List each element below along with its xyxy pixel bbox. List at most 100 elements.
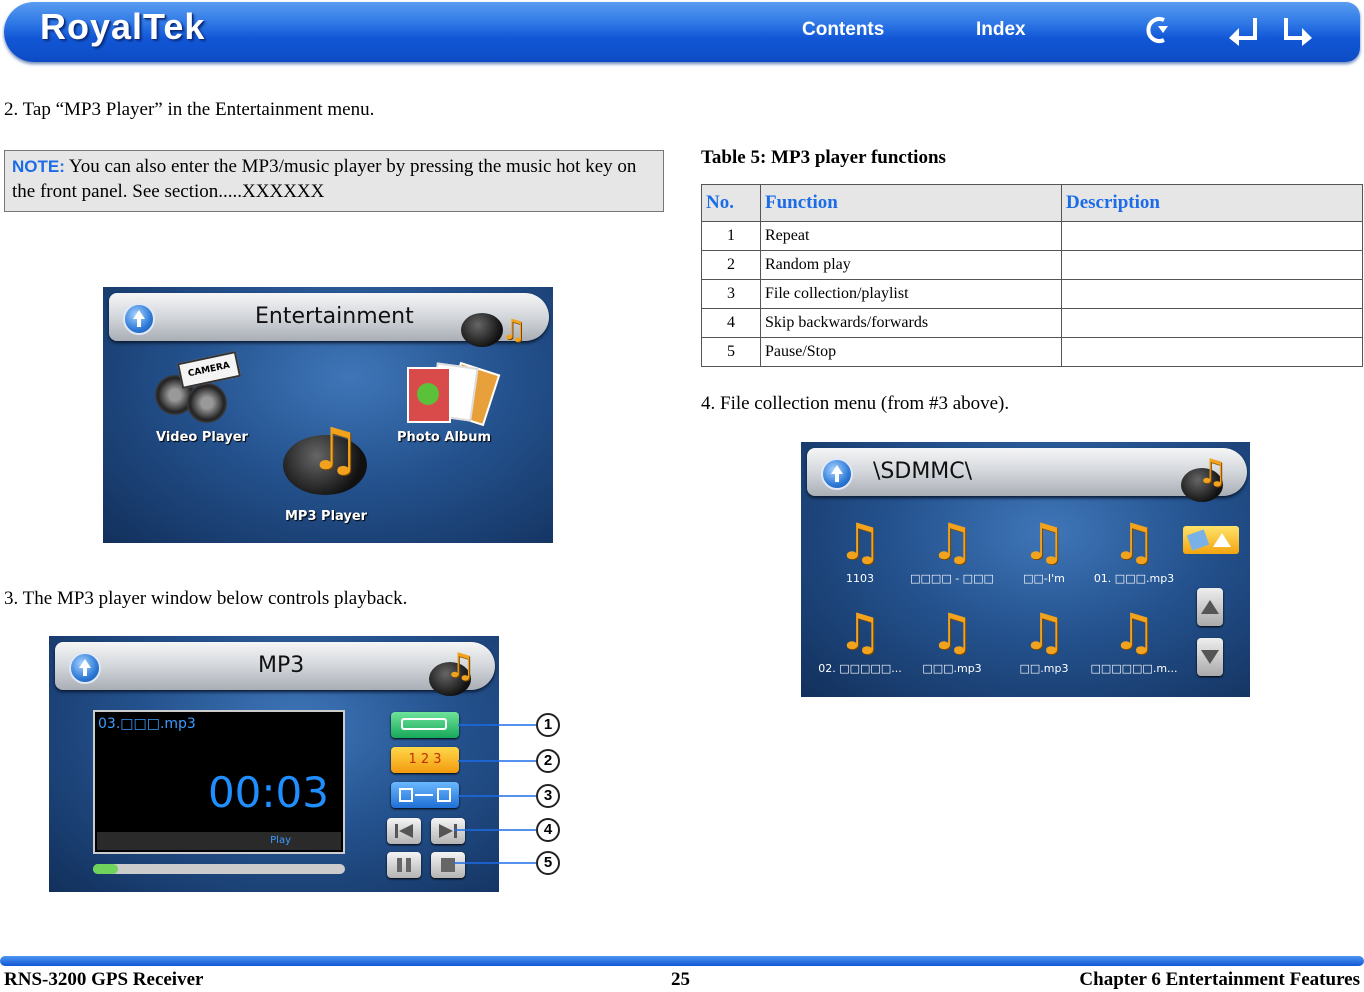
pause-button[interactable] [387,852,421,878]
file-collection-screenshot: \SDMMC\ ♫ ♫ 1103 ♫ □□□□ - □□□ ♫ □□-I'm ♫… [801,442,1250,697]
scroll-down-icon [1201,650,1219,664]
callout-5: 5 [536,851,560,875]
callout-3: 3 [536,784,560,808]
mp3-player-screenshot: MP3 ♫ 03.□□□.mp3 00:03 Play 1 2 3 [49,636,499,892]
previous-page-icon[interactable] [1227,14,1259,46]
file-name: 01. □□□.mp3 [1093,572,1175,585]
row-description [1061,221,1363,251]
music-file-icon: ♫ [1021,513,1067,571]
row-description [1061,250,1363,280]
mp3-music-note-icon: ♫ [309,415,361,483]
mp3-title: MP3 [258,653,305,678]
mp3-player-label[interactable]: MP3 Player [285,509,367,524]
file-name: 02. □□□□□... [818,662,902,675]
now-playing-display: 03.□□□.mp3 00:03 Play [93,710,345,854]
music-file-icon: ♫ [1021,603,1067,661]
royaltek-logo: RoyalTek [40,6,206,47]
music-note-icon: ♫ [1197,452,1228,492]
track-name: 03.□□□.mp3 [98,716,196,732]
row-function: File collection/playlist [760,279,1062,309]
file-item[interactable]: ♫ 1103 [815,512,905,585]
table-row: 5 Pause/Stop [701,337,1363,367]
music-file-icon: ♫ [1111,603,1157,661]
skip-back-icon [395,824,413,838]
file-item[interactable]: ♫ □□-I'm [999,512,1089,585]
callout-4: 4 [536,818,560,842]
mp3-functions-table: No. Function Description 1 Repeat 2 Random… [701,184,1363,367]
row-function: Skip backwards/forwards [760,308,1062,338]
music-file-icon: ♫ [837,603,883,661]
col-description: Description [1061,184,1363,222]
scroll-down-button[interactable] [1197,638,1223,676]
up-arrow-icon [123,303,155,335]
music-file-icon: ♫ [1111,513,1157,571]
video-player-label[interactable]: Video Player [156,430,248,445]
music-file-icon: ♫ [929,603,975,661]
row-description [1061,308,1363,338]
up-arrow-icon [821,458,853,490]
skip-back-button[interactable] [387,818,421,844]
row-no: 1 [701,221,761,251]
progress-bar[interactable] [93,864,345,874]
table-row: 4 Skip backwards/forwards [701,308,1363,338]
scroll-up-icon [1201,600,1219,614]
row-no: 4 [701,308,761,338]
file-name: □□□□ - □□□ [910,572,994,585]
row-description [1061,279,1363,309]
row-description [1061,337,1363,367]
index-link[interactable]: Index [976,19,1026,41]
file-name: □□.mp3 [1019,662,1069,675]
footer-product: RNS-3200 GPS Receiver [4,969,204,990]
film-reel-icon-2 [187,383,227,423]
music-note-icon: ♫ [445,646,476,686]
table-caption: Table 5: MP3 player functions [701,147,946,168]
step-4-text: 4. File collection menu (from #3 above). [701,393,1010,414]
page-number: 25 [671,969,690,990]
file-name: 1103 [846,572,874,585]
file-titlebar: \SDMMC\ ♫ [807,448,1247,502]
table-header-row: No. Function Description [701,184,1363,222]
file-item[interactable]: ♫ □□□□ - □□□ [907,512,997,585]
scroll-up-button[interactable] [1197,588,1223,626]
file-item[interactable]: ♫ 02. □□□□□... [815,602,905,675]
file-icon [399,788,413,802]
file-name: □□-I'm [1023,572,1065,585]
file-item[interactable]: ♫ 01. □□□.mp3 [1089,512,1179,585]
back-icon[interactable] [1140,14,1172,46]
col-no: No. [701,184,761,222]
row-no: 2 [701,250,761,280]
play-state: Play [97,832,341,850]
file-item[interactable]: ♫ □□□.mp3 [907,602,997,675]
music-note-icon: ♫ [501,313,527,346]
elapsed-time: 00:03 [207,768,329,817]
file-item[interactable]: ♫ □□.mp3 [999,602,1089,675]
footer-chapter: Chapter 6 Entertainment Features [1079,969,1360,990]
photo-album-label[interactable]: Photo Album [397,430,491,445]
contents-link[interactable]: Contents [802,19,884,41]
file-item[interactable]: ♫ □□□□□□.m... [1089,602,1179,675]
file-name: □□□.mp3 [922,662,982,675]
parent-folder-button[interactable] [1183,526,1239,554]
music-file-icon: ♫ [837,513,883,571]
entertainment-titlebar: Entertainment ♫ [109,293,549,347]
entertainment-screenshot: Entertainment ♫ CAMERA Video Player Phot… [103,287,553,543]
row-no: 5 [701,337,761,367]
next-page-icon[interactable] [1282,14,1314,46]
folder-up-icon [1213,533,1231,547]
step-2-text: 2. Tap “MP3 Player” in the Entertainment… [4,99,375,120]
callout-2: 2 [536,749,560,773]
table-row: 2 Random play [701,250,1363,280]
up-arrow-icon [69,652,101,684]
step-3-text: 3. The MP3 player window below controls … [4,588,408,609]
footer-bar [0,956,1364,966]
camera-clapper-icon: CAMERA [176,351,242,389]
mp3-titlebar: MP3 ♫ [55,642,495,696]
table-row: 3 File collection/playlist [701,279,1363,309]
note-box: NOTE: You can also enter the MP3/music p… [4,150,664,212]
file-name: □□□□□□.m... [1090,662,1178,675]
table-row: 1 Repeat [701,221,1363,251]
callout-1: 1 [536,713,560,737]
row-function: Repeat [760,221,1062,251]
arrow-icon [415,794,433,796]
file-path-title: \SDMMC\ [873,459,973,484]
